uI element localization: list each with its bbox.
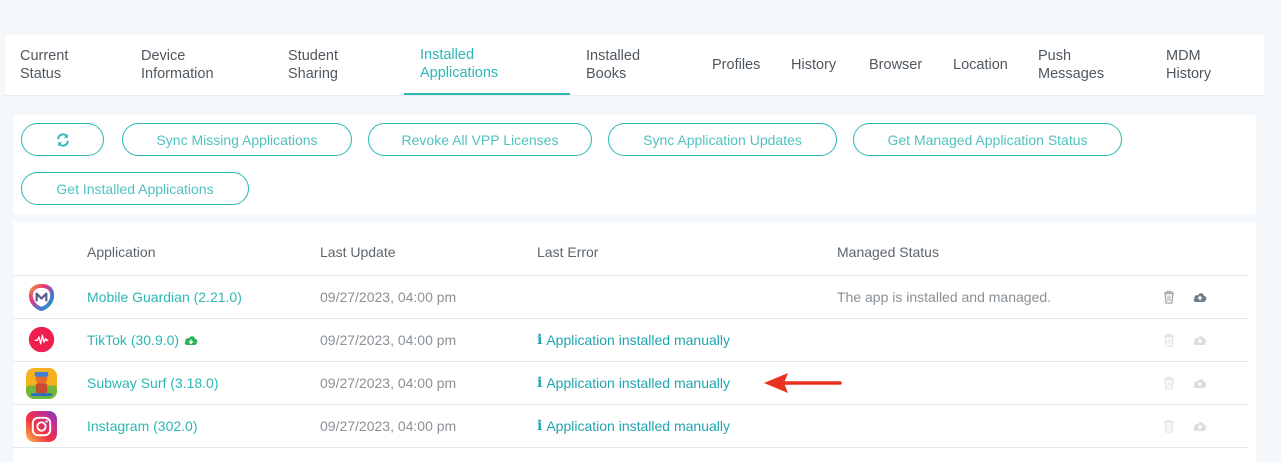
tab-label: MDM — [1166, 48, 1201, 64]
app-name-link[interactable]: TikTok (30.9.0) — [87, 319, 199, 361]
header-application: Application — [87, 244, 156, 260]
instagram-icon — [26, 411, 57, 442]
last-error-link[interactable]: i Application installed manually — [537, 362, 730, 404]
table-row: Subway Surf (3.18.0) 09/27/2023, 04:00 p… — [13, 362, 1248, 405]
tab-device-information[interactable]: Device Information — [141, 35, 214, 95]
header-last-error: Last Error — [537, 244, 599, 260]
tab-label: History — [791, 57, 837, 73]
app-name-link[interactable]: Subway Surf (3.18.0) — [87, 362, 219, 404]
info-icon: i — [537, 375, 543, 391]
trash-icon[interactable] — [1161, 418, 1177, 434]
app-name: Mobile Guardian (2.21.0) — [87, 289, 242, 305]
last-error: Application installed manually — [546, 332, 730, 348]
applications-table: Application Last Update Last Error Manag… — [13, 222, 1256, 462]
managed-status: The app is installed and managed. — [837, 289, 1052, 305]
last-error: Application installed manually — [546, 418, 730, 434]
tab-label: Profiles — [712, 57, 761, 73]
table-row: Mobile Guardian (2.21.0) 09/27/2023, 04:… — [13, 276, 1248, 319]
tab-installed-applications[interactable]: Installed Applications — [404, 35, 570, 95]
tab-profiles[interactable]: Profiles — [712, 35, 760, 95]
info-icon: i — [537, 332, 543, 348]
tiktok-icon — [28, 326, 55, 353]
get-managed-application-status-button[interactable]: Get Managed Application Status — [853, 123, 1122, 156]
sync-application-updates-button[interactable]: Sync Application Updates — [608, 123, 837, 156]
table-header: Application Last Update Last Error Manag… — [13, 222, 1248, 276]
app-name: TikTok (30.9.0) — [87, 332, 180, 348]
tab-mdm-history[interactable]: MDM History — [1166, 35, 1211, 95]
cloud-upload-icon[interactable] — [1192, 418, 1208, 434]
tab-label: Applications — [420, 65, 499, 81]
app-name: Subway Surf (3.18.0) — [87, 375, 219, 391]
tab-label: Sharing — [288, 66, 338, 82]
info-icon: i — [537, 418, 543, 434]
device-tabs: Current Status Device Information Student S… — [5, 35, 1264, 96]
tab-label: Location — [953, 57, 1008, 73]
tab-label: Device — [141, 48, 186, 64]
refresh-icon — [56, 132, 69, 147]
last-update: 09/27/2023, 04:00 pm — [320, 375, 457, 391]
last-error-link[interactable]: i Application installed manually — [537, 405, 730, 447]
cloud-download-icon — [184, 336, 198, 345]
tab-label: History — [1166, 66, 1212, 82]
app-name-link[interactable]: Mobile Guardian (2.21.0) — [87, 276, 242, 318]
app-name-link[interactable]: Instagram (302.0) — [87, 405, 198, 447]
tab-label: Books — [586, 66, 627, 82]
last-error-link[interactable]: i Application installed manually — [537, 319, 730, 361]
tab-label: Messages — [1038, 66, 1105, 82]
tab-label: Information — [141, 66, 214, 82]
cloud-upload-icon[interactable] — [1192, 375, 1208, 391]
revoke-vpp-licenses-button[interactable]: Revoke All VPP Licenses — [368, 123, 592, 156]
app-name: Instagram (302.0) — [87, 418, 198, 434]
tab-label: Student — [288, 48, 338, 64]
header-last-update: Last Update — [320, 244, 396, 260]
table-row: TikTok (30.9.0) 09/27/2023, 04:00 pm i A… — [13, 319, 1248, 362]
subway-surf-icon — [26, 368, 57, 399]
tab-browser[interactable]: Browser — [869, 35, 922, 95]
tab-location[interactable]: Location — [953, 35, 1008, 95]
tab-student-sharing[interactable]: Student Sharing — [288, 35, 338, 95]
cloud-upload-icon[interactable] — [1192, 332, 1208, 348]
tab-label: Browser — [869, 57, 923, 73]
last-error: Application installed manually — [546, 375, 730, 391]
trash-icon[interactable] — [1161, 332, 1177, 348]
last-update: 09/27/2023, 04:00 pm — [320, 289, 457, 305]
actions-panel: Sync Missing Applications Revoke All VPP… — [13, 115, 1256, 214]
refresh-button[interactable] — [21, 123, 104, 156]
get-installed-applications-button[interactable]: Get Installed Applications — [21, 172, 249, 205]
tab-label: Status — [20, 66, 62, 82]
tab-label: Push — [1038, 48, 1072, 64]
tab-label: Installed — [586, 48, 641, 64]
annotation-arrow — [764, 373, 842, 393]
header-managed-status: Managed Status — [837, 244, 939, 260]
trash-icon[interactable] — [1161, 375, 1177, 391]
trash-icon[interactable] — [1161, 289, 1177, 305]
sync-missing-applications-button[interactable]: Sync Missing Applications — [122, 123, 352, 156]
tab-label: Installed — [420, 47, 475, 63]
last-update: 09/27/2023, 04:00 pm — [320, 418, 457, 434]
tab-label: Current — [20, 48, 69, 64]
tab-current-status[interactable]: Current Status — [20, 35, 68, 95]
tab-push-messages[interactable]: Push Messages — [1038, 35, 1104, 95]
tab-installed-books[interactable]: Installed Books — [586, 35, 640, 95]
tab-history[interactable]: History — [791, 35, 836, 95]
cloud-upload-icon[interactable] — [1192, 289, 1208, 305]
table-row: Instagram (302.0) 09/27/2023, 04:00 pm i… — [13, 405, 1248, 448]
last-update: 09/27/2023, 04:00 pm — [320, 332, 457, 348]
mobile-guardian-icon — [28, 283, 55, 312]
